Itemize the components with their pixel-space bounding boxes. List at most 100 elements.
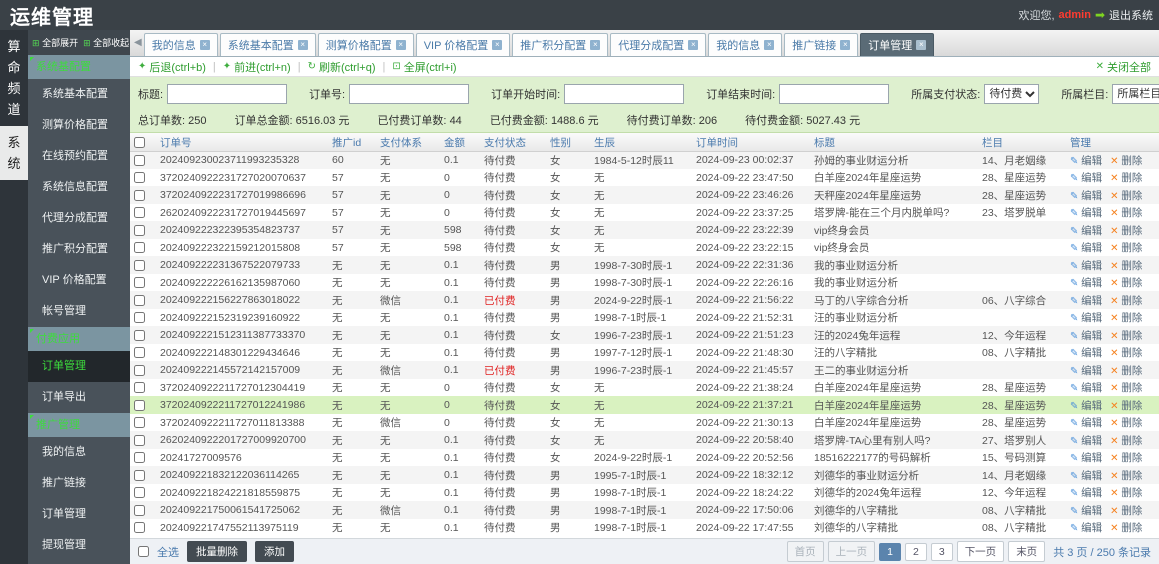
delete-link[interactable]: ✕ 删除 — [1110, 207, 1142, 219]
page-number-button[interactable]: 2 — [905, 542, 927, 561]
column-header[interactable]: 支付状态 — [480, 133, 546, 152]
sidebar-item[interactable]: 代理分成配置 — [28, 203, 130, 234]
row-checkbox[interactable] — [134, 399, 145, 411]
row-checkbox[interactable] — [134, 469, 145, 481]
tab[interactable]: 系统基本配置 × — [219, 32, 316, 56]
row-checkbox[interactable] — [134, 294, 145, 306]
row-checkbox[interactable] — [134, 452, 145, 464]
page-number-button[interactable]: 3 — [930, 542, 953, 561]
delete-link[interactable]: ✕ 删除 — [1110, 382, 1142, 394]
add-button[interactable]: 添加 — [255, 541, 294, 563]
edit-link[interactable]: ✎ 编辑 — [1070, 277, 1102, 289]
column-header[interactable]: 订单时间 — [692, 133, 810, 152]
sidebar-item[interactable]: VIP 价格配置 — [28, 265, 130, 296]
delete-link[interactable]: ✕ 删除 — [1110, 312, 1142, 324]
delete-link[interactable]: ✕ 删除 — [1110, 470, 1142, 482]
sidebar-item[interactable]: 系统信息配置 — [28, 172, 130, 203]
delete-link[interactable]: ✕ 删除 — [1110, 365, 1142, 377]
tab-close-icon[interactable]: × — [395, 39, 406, 50]
tab-close-icon[interactable]: × — [590, 39, 601, 50]
sidebar-item[interactable]: 推广链接 — [28, 468, 130, 499]
column-header[interactable]: 推广id — [328, 133, 376, 152]
fullscreen-button[interactable]: ⊡ 全屏(ctrl+i) — [392, 59, 456, 75]
first-page-button[interactable]: 首页 — [786, 541, 824, 563]
delete-link[interactable]: ✕ 删除 — [1110, 295, 1142, 307]
column-header[interactable]: 金额 — [440, 133, 480, 152]
column-header[interactable]: 订单号 — [156, 133, 328, 152]
select-all-checkbox[interactable] — [138, 546, 149, 558]
tab[interactable]: 我的信息 × — [143, 32, 218, 56]
edit-link[interactable]: ✎ 编辑 — [1070, 522, 1102, 534]
row-checkbox[interactable] — [134, 522, 145, 534]
tab-close-icon[interactable]: × — [297, 39, 308, 50]
edit-link[interactable]: ✎ 编辑 — [1070, 347, 1102, 359]
column-header[interactable]: 性别 — [546, 133, 590, 152]
tab[interactable]: 代理分成配置 × — [610, 32, 707, 56]
edit-link[interactable]: ✎ 编辑 — [1070, 505, 1102, 517]
row-checkbox[interactable] — [134, 504, 145, 516]
delete-link[interactable]: ✕ 删除 — [1110, 347, 1142, 359]
logout-link[interactable]: 退出系统 — [1109, 7, 1153, 23]
expand-all-button[interactable]: ⊞ 全部展开 — [32, 36, 78, 49]
edit-link[interactable]: ✎ 编辑 — [1070, 365, 1102, 377]
order-no-filter-input[interactable] — [349, 84, 470, 105]
vertical-nav-item[interactable]: 算命频道 — [0, 30, 28, 126]
row-checkbox[interactable] — [134, 224, 145, 236]
delete-link[interactable]: ✕ 删除 — [1110, 225, 1142, 237]
forward-button[interactable]: ✦ 前进(ctrl+n) — [223, 59, 291, 75]
edit-link[interactable]: ✎ 编辑 — [1070, 295, 1102, 307]
edit-link[interactable]: ✎ 编辑 — [1070, 487, 1102, 499]
tab[interactable]: 推广链接 × — [784, 32, 859, 56]
sidebar-item[interactable]: 订单管理 — [28, 351, 130, 382]
delete-link[interactable]: ✕ 删除 — [1110, 435, 1142, 447]
sidebar-item[interactable]: 订单导出 — [28, 382, 130, 413]
tab-close-icon[interactable]: × — [916, 39, 927, 50]
row-checkbox[interactable] — [134, 487, 145, 499]
edit-link[interactable]: ✎ 编辑 — [1070, 417, 1102, 429]
row-checkbox[interactable] — [134, 277, 145, 289]
select-all-label[interactable]: 全选 — [157, 544, 179, 560]
sidebar-item[interactable]: 在线预约配置 — [28, 141, 130, 172]
row-checkbox[interactable] — [134, 207, 145, 219]
row-checkbox[interactable] — [134, 347, 145, 359]
sidebar-item[interactable]: 系统基本配置 — [28, 79, 130, 110]
sidebar-item[interactable]: 我的信息 — [28, 437, 130, 468]
row-checkbox[interactable] — [134, 434, 145, 446]
column-header[interactable]: 标题 — [810, 133, 978, 152]
tab[interactable]: 我的信息 × — [708, 32, 783, 56]
sidebar-item[interactable]: 订单管理 — [28, 499, 130, 530]
delete-link[interactable]: ✕ 删除 — [1110, 487, 1142, 499]
row-checkbox[interactable] — [134, 259, 145, 271]
header-checkbox[interactable] — [134, 136, 145, 148]
delete-link[interactable]: ✕ 删除 — [1110, 260, 1142, 272]
tab-close-icon[interactable]: × — [199, 39, 210, 50]
edit-link[interactable]: ✎ 编辑 — [1070, 225, 1102, 237]
last-page-button[interactable]: 末页 — [1008, 541, 1046, 563]
collapse-all-button[interactable]: ⊞ 全部收起 — [83, 36, 129, 49]
tab[interactable]: 订单管理 × — [860, 32, 935, 56]
edit-link[interactable]: ✎ 编辑 — [1070, 242, 1102, 254]
edit-link[interactable]: ✎ 编辑 — [1070, 400, 1102, 412]
row-checkbox[interactable] — [134, 189, 145, 201]
sidebar-group[interactable]: 推广管理 — [28, 413, 130, 437]
back-button[interactable]: ✦ 后退(ctrl+b) — [138, 59, 206, 75]
row-checkbox[interactable] — [134, 155, 145, 167]
row-checkbox[interactable] — [134, 329, 145, 341]
tab-close-icon[interactable]: × — [492, 39, 503, 50]
sidebar-item[interactable]: 推广积分配置 — [28, 234, 130, 265]
page-number-button[interactable]: 1 — [879, 542, 901, 561]
tab[interactable]: 推广积分配置 × — [512, 32, 609, 56]
edit-link[interactable]: ✎ 编辑 — [1070, 330, 1102, 342]
edit-link[interactable]: ✎ 编辑 — [1070, 172, 1102, 184]
delete-link[interactable]: ✕ 删除 — [1110, 505, 1142, 517]
prev-page-button[interactable]: 上一页 — [827, 541, 876, 563]
delete-link[interactable]: ✕ 删除 — [1110, 522, 1142, 534]
delete-link[interactable]: ✕ 删除 — [1110, 242, 1142, 254]
delete-link[interactable]: ✕ 删除 — [1110, 400, 1142, 412]
edit-link[interactable]: ✎ 编辑 — [1070, 435, 1102, 447]
tab-close-icon[interactable]: × — [688, 39, 699, 50]
column-select[interactable]: 所属栏目 — [1112, 84, 1159, 105]
tab[interactable]: 测算价格配置 × — [317, 32, 414, 56]
end-time-filter-input[interactable] — [779, 84, 890, 105]
batch-delete-button[interactable]: 批量删除 — [187, 541, 247, 563]
